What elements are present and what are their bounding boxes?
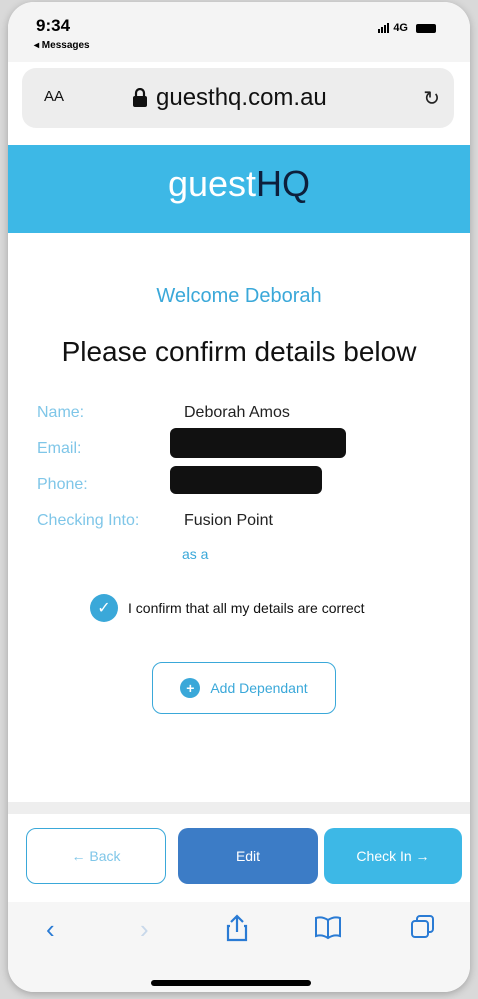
logo-text-hq: HQ: [256, 163, 311, 204]
name-value: Deborah Amos: [184, 404, 290, 421]
browser-toolbar: ‹ ›: [8, 902, 470, 992]
share-icon[interactable]: [226, 914, 248, 949]
check-in-button[interactable]: Check In →: [324, 828, 462, 884]
phone-redaction: [170, 466, 322, 494]
status-time: 9:34: [36, 16, 71, 35]
url-text: guesthq.com.au: [156, 84, 327, 111]
book-icon[interactable]: [314, 914, 342, 947]
home-indicator: [151, 980, 311, 986]
site-header: guestHQ: [8, 145, 470, 233]
status-bar: 9:34 ◂ Messages 4G: [8, 2, 470, 62]
signal-icon: [378, 23, 390, 33]
checking-into-value: Fusion Point: [184, 512, 273, 529]
welcome-message: Welcome Deborah: [156, 285, 322, 307]
phone-label: Phone:: [37, 476, 88, 493]
phone-screen: 9:34 ◂ Messages 4G AA guesthq.com.au ↻ g…: [8, 2, 470, 992]
edit-button[interactable]: Edit: [178, 828, 318, 884]
lock-icon: [133, 88, 147, 107]
chevron-left-icon[interactable]: ‹: [46, 914, 55, 945]
reload-icon[interactable]: ↻: [423, 86, 440, 111]
tabs-icon[interactable]: [410, 914, 436, 947]
checkmark-icon[interactable]: ✓: [90, 594, 118, 622]
back-to-messages-link[interactable]: ◂ Messages: [34, 40, 90, 51]
checking-into-label: Checking Into:: [37, 512, 140, 529]
name-label: Name:: [37, 404, 85, 421]
confirm-label: I confirm that all my details are correc…: [128, 600, 365, 616]
logo-text-guest: guest: [167, 163, 257, 204]
network-indicators: 4G: [378, 22, 436, 34]
plus-icon: +: [180, 678, 201, 698]
email-redaction: [170, 428, 346, 458]
chevron-right-icon: ›: [140, 914, 149, 944]
email-label: Email:: [37, 440, 82, 457]
url-display[interactable]: guesthq.com.au: [132, 84, 327, 112]
address-bar[interactable]: AA guesthq.com.au ↻: [22, 68, 454, 128]
as-a-link[interactable]: as a: [182, 546, 208, 562]
network-type: 4G: [393, 22, 408, 34]
back-button[interactable]: ← Back: [26, 828, 166, 884]
confirm-details-checkbox[interactable]: ✓ I confirm that all my details are corr…: [90, 594, 365, 622]
section-divider: [8, 802, 470, 814]
guesthq-logo: guestHQ: [8, 163, 470, 205]
battery-icon: [416, 23, 436, 33]
add-dependant-button[interactable]: + Add Dependant: [152, 662, 336, 714]
text-size-button[interactable]: AA: [44, 88, 64, 105]
add-dependant-label: Add Dependant: [210, 680, 308, 696]
page-title: Please confirm details below: [61, 336, 417, 367]
